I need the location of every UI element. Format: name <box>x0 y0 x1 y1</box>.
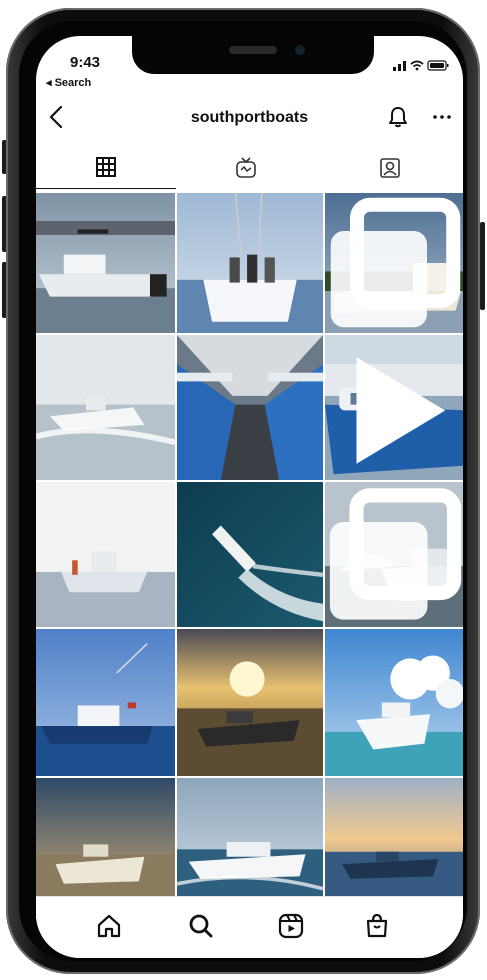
power-button <box>480 222 485 310</box>
tab-grid[interactable] <box>36 146 176 189</box>
grid-post[interactable] <box>325 778 463 901</box>
status-icons <box>393 58 449 77</box>
wifi-icon <box>410 60 424 71</box>
tab-igtv[interactable] <box>176 146 316 190</box>
front-camera <box>295 45 305 55</box>
grid-post[interactable] <box>177 193 323 333</box>
grid-post[interactable] <box>36 335 175 480</box>
post-thumbnail <box>177 629 323 776</box>
notch <box>132 36 374 74</box>
post-thumbnail <box>177 482 323 627</box>
post-grid <box>36 193 463 901</box>
grid-post[interactable] <box>325 193 463 333</box>
home-icon[interactable] <box>94 911 124 941</box>
grid-post[interactable] <box>325 335 463 480</box>
bottom-nav <box>36 896 463 958</box>
multiple-posts-icon <box>330 197 461 328</box>
grid-post[interactable] <box>36 193 175 333</box>
grid-post[interactable] <box>177 778 323 901</box>
post-thumbnail <box>177 335 323 480</box>
post-thumbnail <box>177 193 323 333</box>
grid-post[interactable] <box>177 335 323 480</box>
cellular-signal-icon <box>393 61 406 71</box>
grid-post[interactable] <box>36 629 175 776</box>
reel-play-icon <box>356 357 446 464</box>
post-thumbnail <box>36 482 175 627</box>
bell-icon[interactable] <box>385 104 411 130</box>
grid-post[interactable] <box>36 778 175 901</box>
reels-icon[interactable] <box>276 911 306 941</box>
multiple-posts-icon <box>329 488 462 620</box>
post-thumbnail <box>36 629 175 776</box>
grid-post[interactable] <box>325 482 463 627</box>
post-thumbnail <box>36 778 175 901</box>
grid-post[interactable] <box>177 482 323 627</box>
post-thumbnail <box>325 778 463 901</box>
post-thumbnail <box>36 193 175 333</box>
more-options-icon[interactable] <box>429 104 455 130</box>
igtv-icon <box>236 157 256 178</box>
search-icon[interactable] <box>186 911 216 941</box>
battery-icon <box>427 60 449 71</box>
back-to-search[interactable]: ◂ Search <box>46 76 91 89</box>
tagged-icon <box>379 158 400 178</box>
phone-screen: 9:43 ◂ Search southportboats <box>36 36 463 958</box>
status-time: 9:43 <box>70 54 101 71</box>
grid-post[interactable] <box>177 629 323 776</box>
tab-tagged[interactable] <box>316 146 463 190</box>
profile-tabs <box>36 146 463 190</box>
post-thumbnail <box>177 778 323 901</box>
post-thumbnail <box>325 629 463 776</box>
shop-icon[interactable] <box>362 911 392 941</box>
post-thumbnail <box>36 335 175 480</box>
grid-icon <box>96 157 116 177</box>
speaker <box>229 46 277 54</box>
profile-header: southportboats <box>36 98 463 140</box>
grid-post[interactable] <box>325 629 463 776</box>
grid-post[interactable] <box>36 482 175 627</box>
